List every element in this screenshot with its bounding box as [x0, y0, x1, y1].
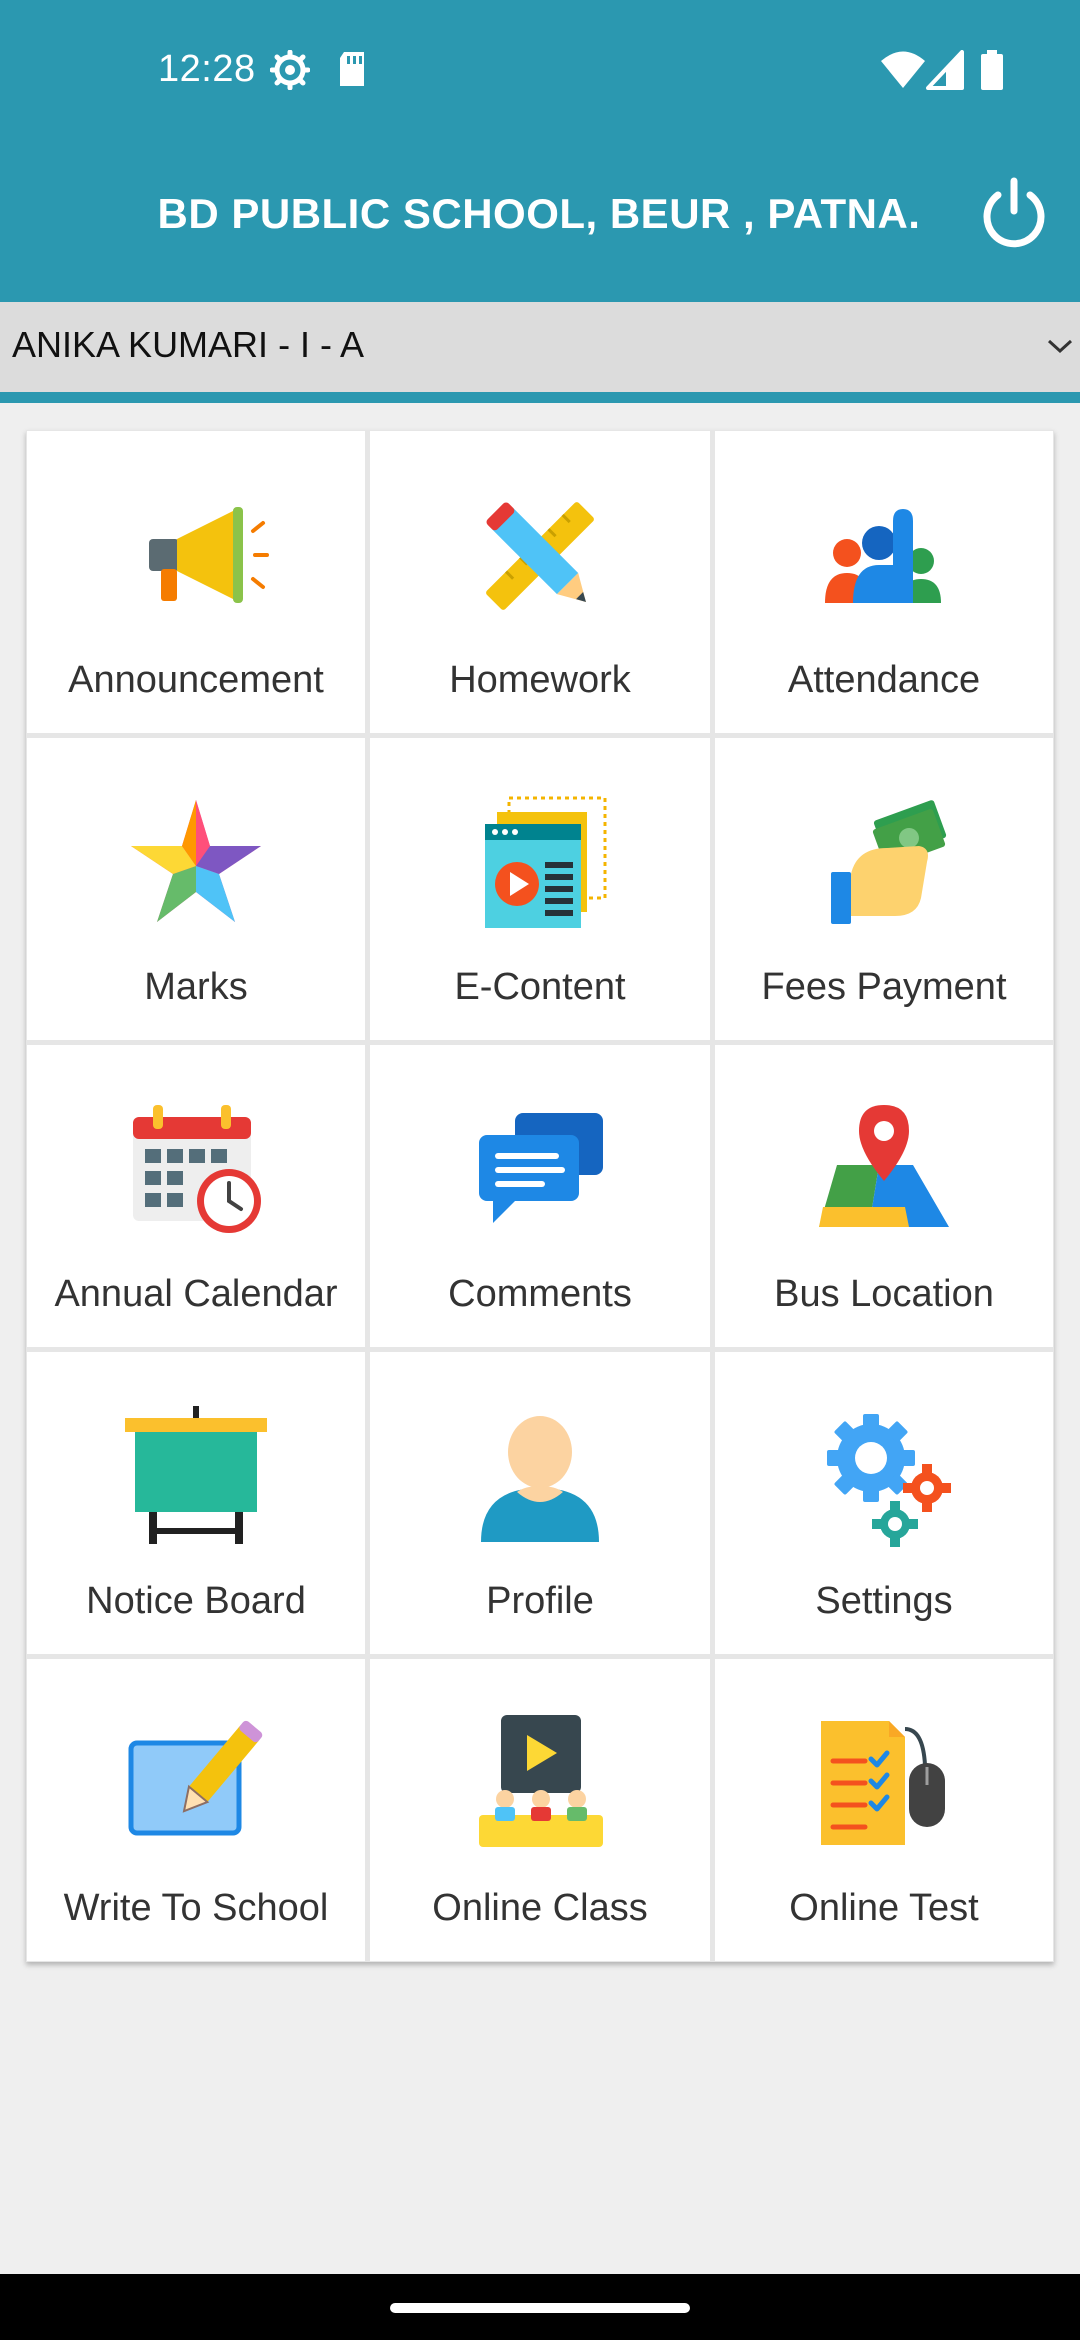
calendar-clock-icon: [121, 1095, 271, 1245]
star-icon: [121, 788, 271, 938]
menu-tile-profile[interactable]: Profile: [370, 1352, 710, 1654]
power-icon: [983, 177, 1045, 248]
selector-underline: [0, 392, 1080, 403]
user-avatar-icon: [465, 1402, 615, 1552]
chat-bubbles-icon: [465, 1095, 615, 1245]
tile-label: Online Class: [432, 1887, 648, 1929]
menu-tile-online-class[interactable]: Online Class: [370, 1659, 710, 1961]
tile-label: Fees Payment: [761, 966, 1007, 1008]
app-title: BD PUBLIC SCHOOL, BEUR , PATNA.: [157, 190, 921, 237]
battery-icon: [980, 50, 1004, 95]
pencil-ruler-icon: [465, 481, 615, 631]
video-document-icon: [465, 788, 615, 938]
tile-label: Profile: [486, 1580, 594, 1622]
menu-tile-e-content[interactable]: E-Content: [370, 738, 710, 1040]
cellular-signal-icon: [926, 50, 966, 95]
tile-label: Comments: [448, 1273, 632, 1315]
status-bar: 12:28: [0, 0, 1080, 145]
tile-label: Settings: [815, 1580, 953, 1622]
menu-grid-card: Announcement Homework Attendance Marks E…: [26, 430, 1054, 1962]
map-pin-icon: [809, 1095, 959, 1245]
tile-label: Announcement: [68, 659, 324, 701]
menu-tile-annual-calendar[interactable]: Annual Calendar: [27, 1045, 365, 1347]
wifi-icon: [880, 50, 926, 95]
menu-tile-notice-board[interactable]: Notice Board: [27, 1352, 365, 1654]
app-header: 12:28 BD PUBLIC SCHOOL, BEUR , PATNA.: [0, 0, 1080, 302]
status-time: 12:28: [158, 48, 256, 90]
menu-tile-homework[interactable]: Homework: [370, 431, 710, 733]
hand-money-icon: [809, 788, 959, 938]
sd-card-icon: [336, 50, 368, 95]
chevron-down-icon: [1046, 336, 1074, 361]
home-gesture-handle[interactable]: [390, 2303, 690, 2313]
tile-label: Homework: [449, 659, 631, 701]
menu-tile-marks[interactable]: Marks: [27, 738, 365, 1040]
tile-label: E-Content: [454, 966, 626, 1008]
menu-tile-settings[interactable]: Settings: [715, 1352, 1053, 1654]
tile-label: Online Test: [789, 1887, 979, 1929]
menu-tile-attendance[interactable]: Attendance: [715, 431, 1053, 733]
menu-tile-bus-location[interactable]: Bus Location: [715, 1045, 1053, 1347]
power-button[interactable]: [975, 175, 1053, 253]
student-selector-value: ANIKA KUMARI - I - A: [12, 324, 365, 365]
menu-grid: Announcement Homework Attendance Marks E…: [26, 430, 1054, 1962]
menu-tile-comments[interactable]: Comments: [370, 1045, 710, 1347]
online-classroom-icon: [465, 1709, 615, 1859]
tile-label: Write To School: [63, 1887, 329, 1929]
test-checklist-mouse-icon: [809, 1709, 959, 1859]
menu-tile-announcement[interactable]: Announcement: [27, 431, 365, 733]
settings-gear-icon: [269, 49, 311, 95]
tile-label: Bus Location: [774, 1273, 994, 1315]
tile-label: Notice Board: [86, 1580, 306, 1622]
menu-tile-write-to-school[interactable]: Write To School: [27, 1659, 365, 1961]
megaphone-icon: [121, 481, 271, 631]
menu-tile-online-test[interactable]: Online Test: [715, 1659, 1053, 1961]
raised-hand-group-icon: [809, 481, 959, 631]
tile-label: Annual Calendar: [54, 1273, 338, 1315]
board-easel-icon: [121, 1402, 271, 1552]
write-pencil-icon: [121, 1709, 271, 1859]
student-selector[interactable]: ANIKA KUMARI - I - A: [0, 302, 1080, 392]
menu-tile-fees-payment[interactable]: Fees Payment: [715, 738, 1053, 1040]
tile-label: Marks: [144, 966, 248, 1008]
gears-icon: [809, 1402, 959, 1552]
tile-label: Attendance: [787, 659, 981, 701]
